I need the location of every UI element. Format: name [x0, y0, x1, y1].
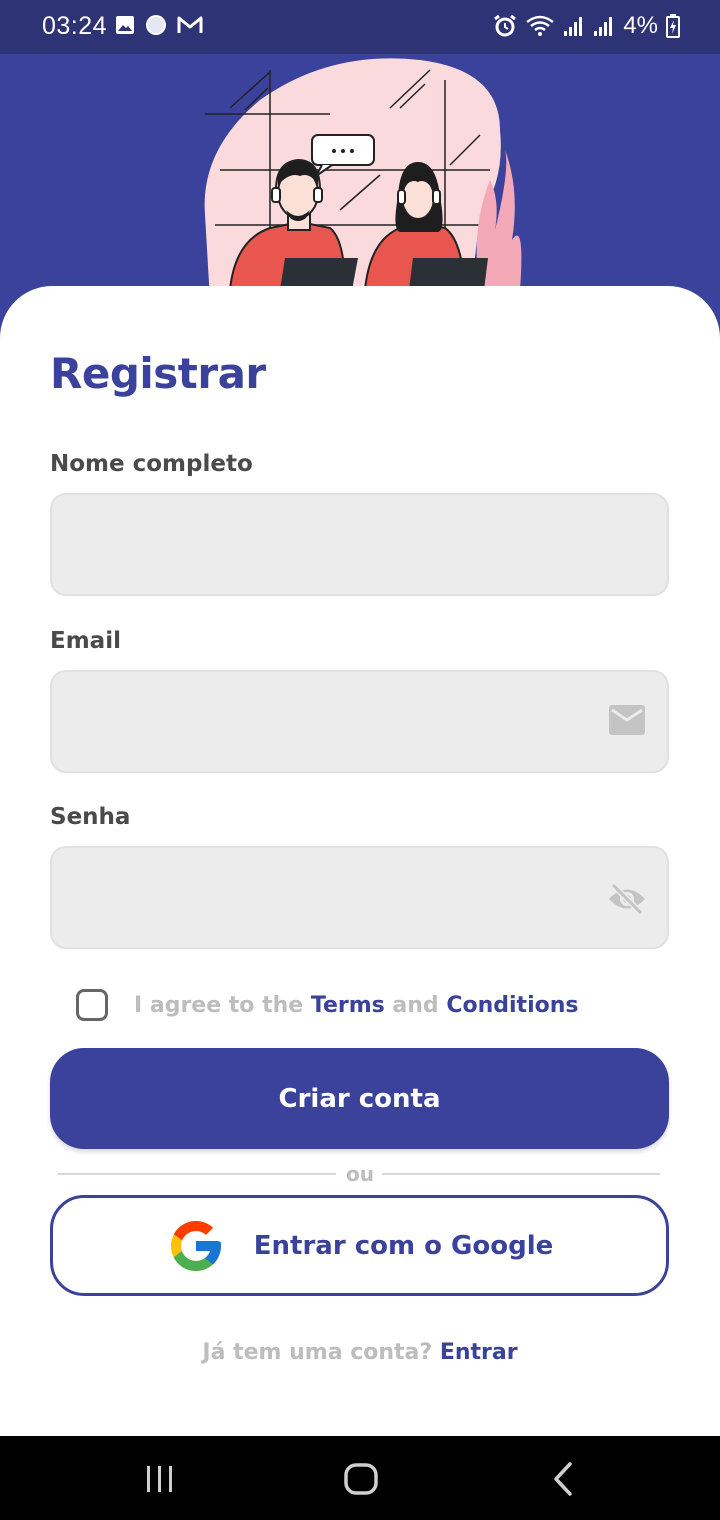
register-card: Registrar Nome completo Email Senha I ag…	[0, 286, 720, 1436]
terms-prefix: I agree to the	[134, 992, 304, 1018]
signal-icon	[594, 17, 613, 36]
login-prompt: Já tem uma conta? Entrar	[0, 1340, 720, 1365]
email-field[interactable]	[50, 670, 669, 773]
battery-percent: 4%	[623, 12, 658, 39]
gmail-icon	[177, 16, 203, 33]
support-agents-illustration	[204, 58, 522, 300]
create-account-label: Criar conta	[278, 1083, 441, 1114]
password-field[interactable]	[50, 846, 669, 949]
password-label: Senha	[50, 804, 131, 830]
home-icon[interactable]	[342, 1458, 380, 1498]
battery-charging-icon	[666, 14, 680, 38]
alarm-icon	[494, 14, 517, 37]
email-label: Email	[50, 628, 121, 654]
header-illustration	[0, 54, 720, 314]
full-name-field[interactable]	[50, 493, 669, 596]
login-question: Já tem uma conta?	[202, 1340, 433, 1365]
signal-icon	[564, 17, 583, 36]
google-icon	[170, 1220, 221, 1271]
create-account-button[interactable]: Criar conta	[50, 1048, 669, 1149]
or-divider: ou	[58, 1162, 660, 1186]
full-name-label: Nome completo	[50, 451, 253, 477]
google-signin-label: Entrar com o Google	[253, 1230, 554, 1261]
image-icon	[116, 16, 134, 34]
wifi-icon	[526, 15, 555, 36]
terms-row: I agree to the Terms and Conditions	[76, 989, 578, 1021]
back-icon[interactable]	[548, 1458, 578, 1498]
terms-text: I agree to the Terms and Conditions	[134, 993, 578, 1018]
terms-link[interactable]: Terms	[311, 993, 385, 1018]
terms-and: and	[392, 992, 439, 1018]
status-time: 03:24	[42, 12, 108, 40]
or-text: ou	[346, 1162, 374, 1186]
eye-off-icon[interactable]	[607, 882, 647, 916]
google-signin-button[interactable]: Entrar com o Google	[50, 1195, 669, 1296]
login-link[interactable]: Entrar	[440, 1340, 518, 1365]
full-name-input[interactable]	[52, 495, 667, 594]
terms-checkbox[interactable]	[76, 989, 108, 1021]
status-bar: 03:24 4%	[0, 0, 720, 54]
recent-apps-icon[interactable]	[144, 1458, 176, 1498]
password-input[interactable]	[52, 848, 667, 947]
circle-icon	[146, 15, 166, 35]
email-input[interactable]	[52, 672, 667, 771]
conditions-link[interactable]: Conditions	[446, 993, 578, 1018]
page-title: Registrar	[50, 349, 266, 398]
navigation-bar	[0, 1436, 720, 1520]
mail-icon	[609, 705, 645, 735]
